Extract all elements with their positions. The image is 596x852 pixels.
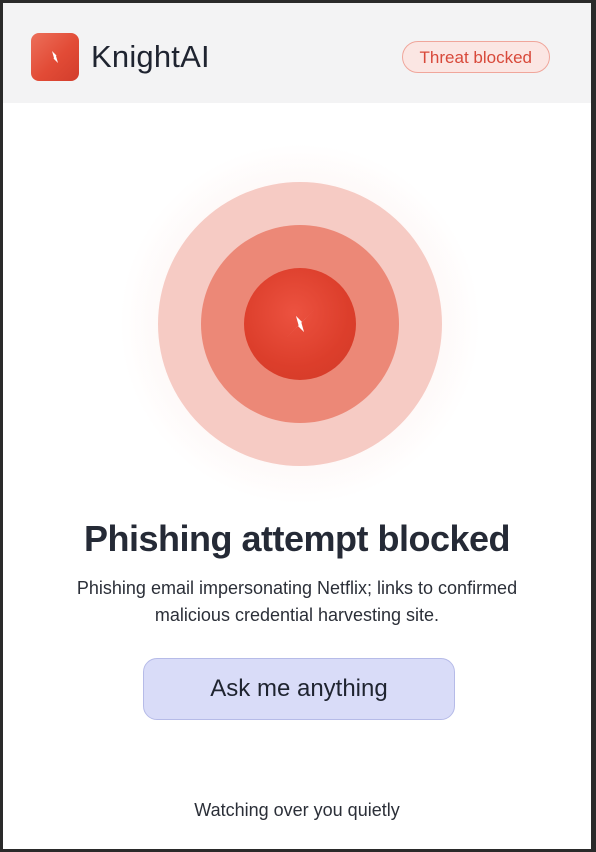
header-bar: KnightAI Threat blocked <box>3 3 591 103</box>
alert-title: Phishing attempt blocked <box>83 518 511 559</box>
app-logo <box>31 33 79 81</box>
knightai-window: KnightAI Threat blocked Phishing attempt… <box>3 3 591 849</box>
threat-indicator <box>118 142 482 506</box>
brand-name: KnightAI <box>91 39 210 74</box>
ask-me-anything-button[interactable]: Ask me anything <box>143 658 455 720</box>
sparkle-star-icon <box>44 46 66 68</box>
status-badge: Threat blocked <box>401 41 550 73</box>
sparkle-star-icon <box>285 309 315 339</box>
footer-status-text: Watching over you quietly <box>194 800 400 820</box>
indicator-ring-inner <box>244 268 356 380</box>
alert-description: Phishing email impersonating Netflix; li… <box>76 578 518 625</box>
